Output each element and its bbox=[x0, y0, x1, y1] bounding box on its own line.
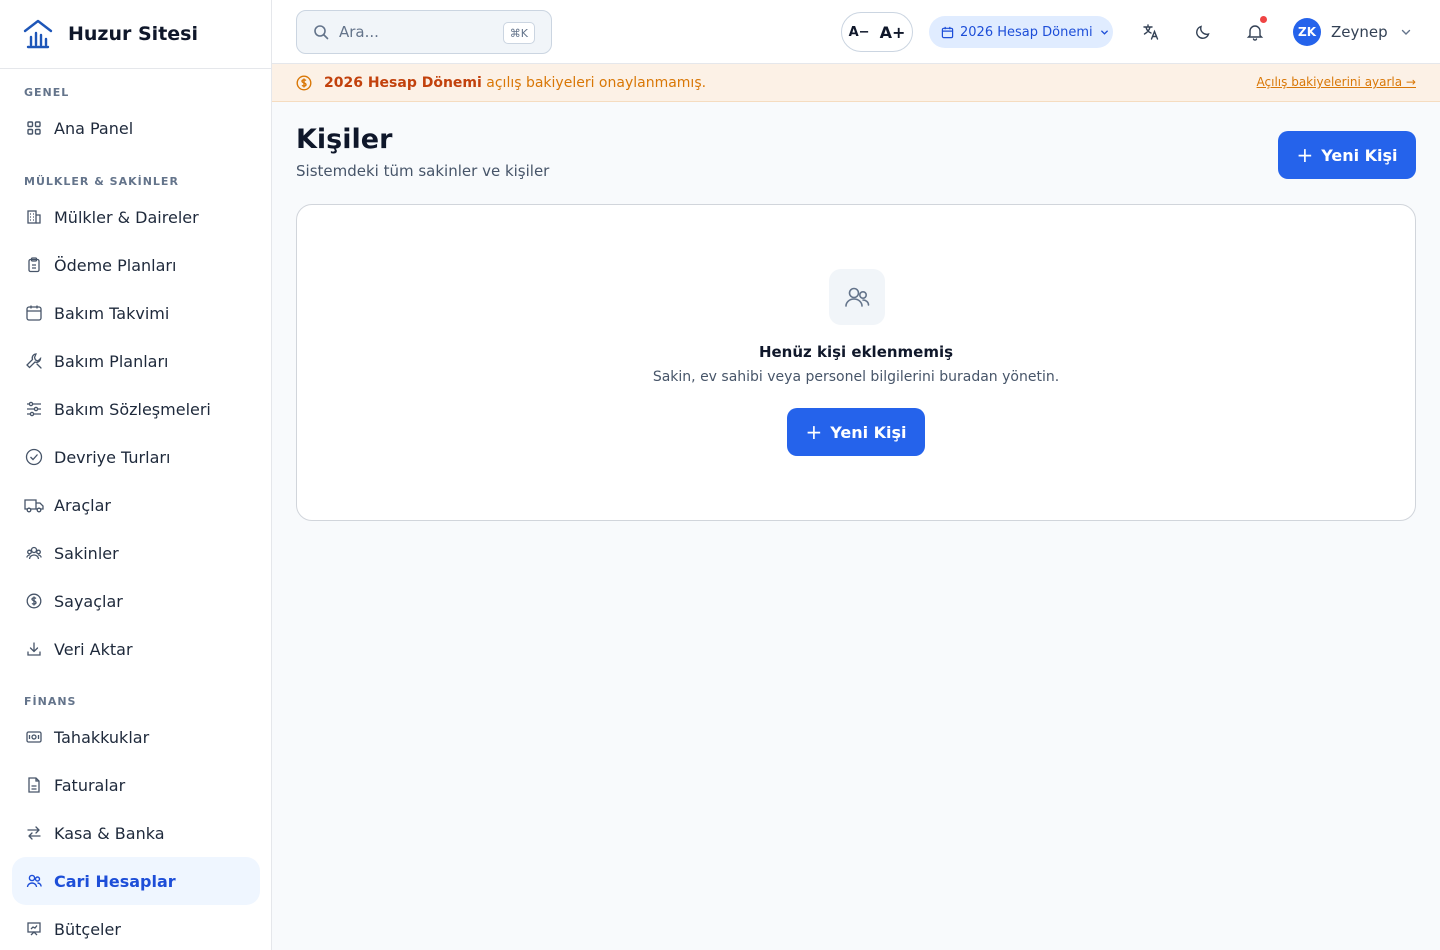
download-icon bbox=[24, 639, 44, 659]
section-title-mulkler: MÜLKLER & SAKİNLER bbox=[24, 175, 179, 188]
sidebar-item-label: Bakım Sözleşmeleri bbox=[54, 399, 211, 419]
sidebar-item-butceler[interactable]: Bütçeler bbox=[12, 905, 260, 950]
grid-icon bbox=[24, 118, 44, 138]
truck-icon bbox=[24, 495, 44, 515]
sidebar-item-label: Mülkler & Daireler bbox=[54, 207, 199, 227]
empty-state-card: Henüz kişi eklenmemiş Sakin, ev sahibi v… bbox=[296, 204, 1416, 521]
top-header: Ara... ⌘K A− A+ 2026 Hesap Dönemi ZK Zey… bbox=[272, 0, 1440, 64]
sidebar-item-sayaclar[interactable]: Sayaçlar bbox=[12, 577, 260, 625]
sidebar-item-faturalar[interactable]: Faturalar bbox=[12, 761, 260, 809]
sidebar-item-ana-panel[interactable]: Ana Panel bbox=[12, 104, 260, 152]
sidebar-item-label: Bakım Takvimi bbox=[54, 303, 170, 323]
search-shortcut-badge: ⌘K bbox=[502, 22, 535, 44]
sidebar-item-odeme-planlari[interactable]: Ödeme Planları bbox=[12, 241, 260, 289]
dollar-circle-icon bbox=[296, 74, 312, 91]
new-person-button[interactable]: + Yeni Kişi bbox=[1278, 131, 1416, 179]
sidebar-item-tahakkuklar[interactable]: Tahakkuklar bbox=[12, 713, 260, 761]
sidebar-item-label: Tahakkuklar bbox=[54, 727, 150, 747]
empty-new-person-button-label: Yeni Kişi bbox=[830, 422, 907, 442]
font-size-control: A− A+ bbox=[841, 12, 913, 52]
sidebar-item-label: Araçlar bbox=[54, 495, 111, 515]
wrench-icon bbox=[24, 351, 44, 371]
chevron-down-icon bbox=[1400, 26, 1412, 38]
calendar-icon bbox=[24, 303, 44, 323]
plus-icon: + bbox=[1296, 143, 1314, 167]
sidebar-item-sakinler[interactable]: Sakinler bbox=[12, 529, 260, 577]
bell-icon[interactable] bbox=[1243, 16, 1267, 44]
notification-dot bbox=[1260, 16, 1267, 23]
page-subtitle: Sistemdeki tüm sakinler ve kişiler bbox=[296, 162, 550, 180]
translate-icon[interactable] bbox=[1139, 20, 1163, 44]
banknote-icon bbox=[24, 727, 44, 747]
calendar-icon bbox=[941, 26, 954, 39]
new-person-button-label: Yeni Kişi bbox=[1321, 145, 1398, 165]
sidebar-item-label: Kasa & Banka bbox=[54, 823, 165, 843]
empty-new-person-button[interactable]: + Yeni Kişi bbox=[787, 408, 925, 456]
sidebar-item-label: Ödeme Planları bbox=[54, 255, 177, 275]
brand[interactable]: Huzur Sitesi bbox=[0, 0, 271, 69]
section-title-genel: GENEL bbox=[24, 86, 70, 99]
period-label: 2026 Hesap Dönemi bbox=[960, 24, 1093, 40]
user-menu[interactable]: ZK Zeynep bbox=[1293, 18, 1412, 46]
chevron-down-icon bbox=[1099, 27, 1110, 38]
sliders-icon bbox=[24, 399, 44, 419]
user-name: Zeynep bbox=[1331, 23, 1388, 41]
users-icon bbox=[24, 871, 44, 891]
avatar: ZK bbox=[1293, 18, 1321, 46]
section-title-finans: FİNANS bbox=[24, 695, 77, 708]
check-circle-icon bbox=[24, 447, 44, 467]
users-icon bbox=[829, 269, 885, 325]
opening-balance-link[interactable]: Açılış bakiyelerini ayarla → bbox=[1257, 75, 1416, 89]
brand-name: Huzur Sitesi bbox=[68, 23, 198, 45]
page-title: Kişiler bbox=[296, 124, 393, 155]
empty-state-title: Henüz kişi eklenmemiş bbox=[758, 343, 954, 361]
sidebar-item-label: Veri Aktar bbox=[54, 639, 133, 659]
users-icon bbox=[24, 543, 44, 563]
sidebar: Huzur Sitesi GENEL Ana Panel MÜLKLER & S… bbox=[0, 0, 272, 950]
banner-period: 2026 Hesap Dönemi bbox=[324, 74, 482, 91]
period-selector[interactable]: 2026 Hesap Dönemi bbox=[929, 16, 1113, 48]
clipboard-icon bbox=[24, 255, 44, 275]
sidebar-item-label: Bakım Planları bbox=[54, 351, 169, 371]
sidebar-item-kasa-banka[interactable]: Kasa & Banka bbox=[12, 809, 260, 857]
sidebar-item-label: Bütçeler bbox=[54, 919, 121, 939]
empty-state-text: Sakin, ev sahibi veya personel bilgileri… bbox=[652, 369, 1060, 385]
sidebar-item-label: Sayaçlar bbox=[54, 591, 123, 611]
building-icon bbox=[24, 207, 44, 227]
sidebar-item-label: Sakinler bbox=[54, 543, 119, 563]
sidebar-item-devriye-turlari[interactable]: Devriye Turları bbox=[12, 433, 260, 481]
presentation-icon bbox=[24, 919, 44, 939]
banner-text: açılış bakiyeleri onaylanmamış. bbox=[481, 74, 707, 91]
sidebar-item-bakim-sozlesmeleri[interactable]: Bakım Sözleşmeleri bbox=[12, 385, 260, 433]
banner-message: 2026 Hesap Dönemi açılış bakiyeleri onay… bbox=[324, 75, 706, 91]
search-input[interactable]: Ara... ⌘K bbox=[296, 10, 552, 54]
moon-icon[interactable] bbox=[1191, 20, 1215, 44]
arrows-icon bbox=[24, 823, 44, 843]
sidebar-item-label: Devriye Turları bbox=[54, 447, 171, 467]
sidebar-item-bakim-takvimi[interactable]: Bakım Takvimi bbox=[12, 289, 260, 337]
search-placeholder: Ara... bbox=[339, 23, 379, 41]
building-chart-logo-icon bbox=[21, 17, 55, 51]
sidebar-item-bakim-planlari[interactable]: Bakım Planları bbox=[12, 337, 260, 385]
font-increase-button[interactable]: A+ bbox=[880, 23, 906, 42]
sidebar-item-label: Ana Panel bbox=[54, 118, 134, 138]
sidebar-item-mulkler[interactable]: Mülkler & Daireler bbox=[12, 193, 260, 241]
font-decrease-button[interactable]: A− bbox=[849, 25, 870, 40]
sidebar-item-label: Cari Hesaplar bbox=[54, 871, 176, 891]
dollar-circle-icon bbox=[24, 591, 44, 611]
sidebar-item-araclar[interactable]: Araçlar bbox=[12, 481, 260, 529]
sidebar-item-label: Faturalar bbox=[54, 775, 126, 795]
sidebar-item-veri-aktar[interactable]: Veri Aktar bbox=[12, 625, 260, 673]
search-icon bbox=[313, 24, 329, 40]
file-icon bbox=[24, 775, 44, 795]
warning-banner: 2026 Hesap Dönemi açılış bakiyeleri onay… bbox=[272, 64, 1440, 102]
sidebar-item-cari-hesaplar[interactable]: Cari Hesaplar bbox=[12, 857, 260, 905]
plus-icon: + bbox=[805, 420, 823, 444]
